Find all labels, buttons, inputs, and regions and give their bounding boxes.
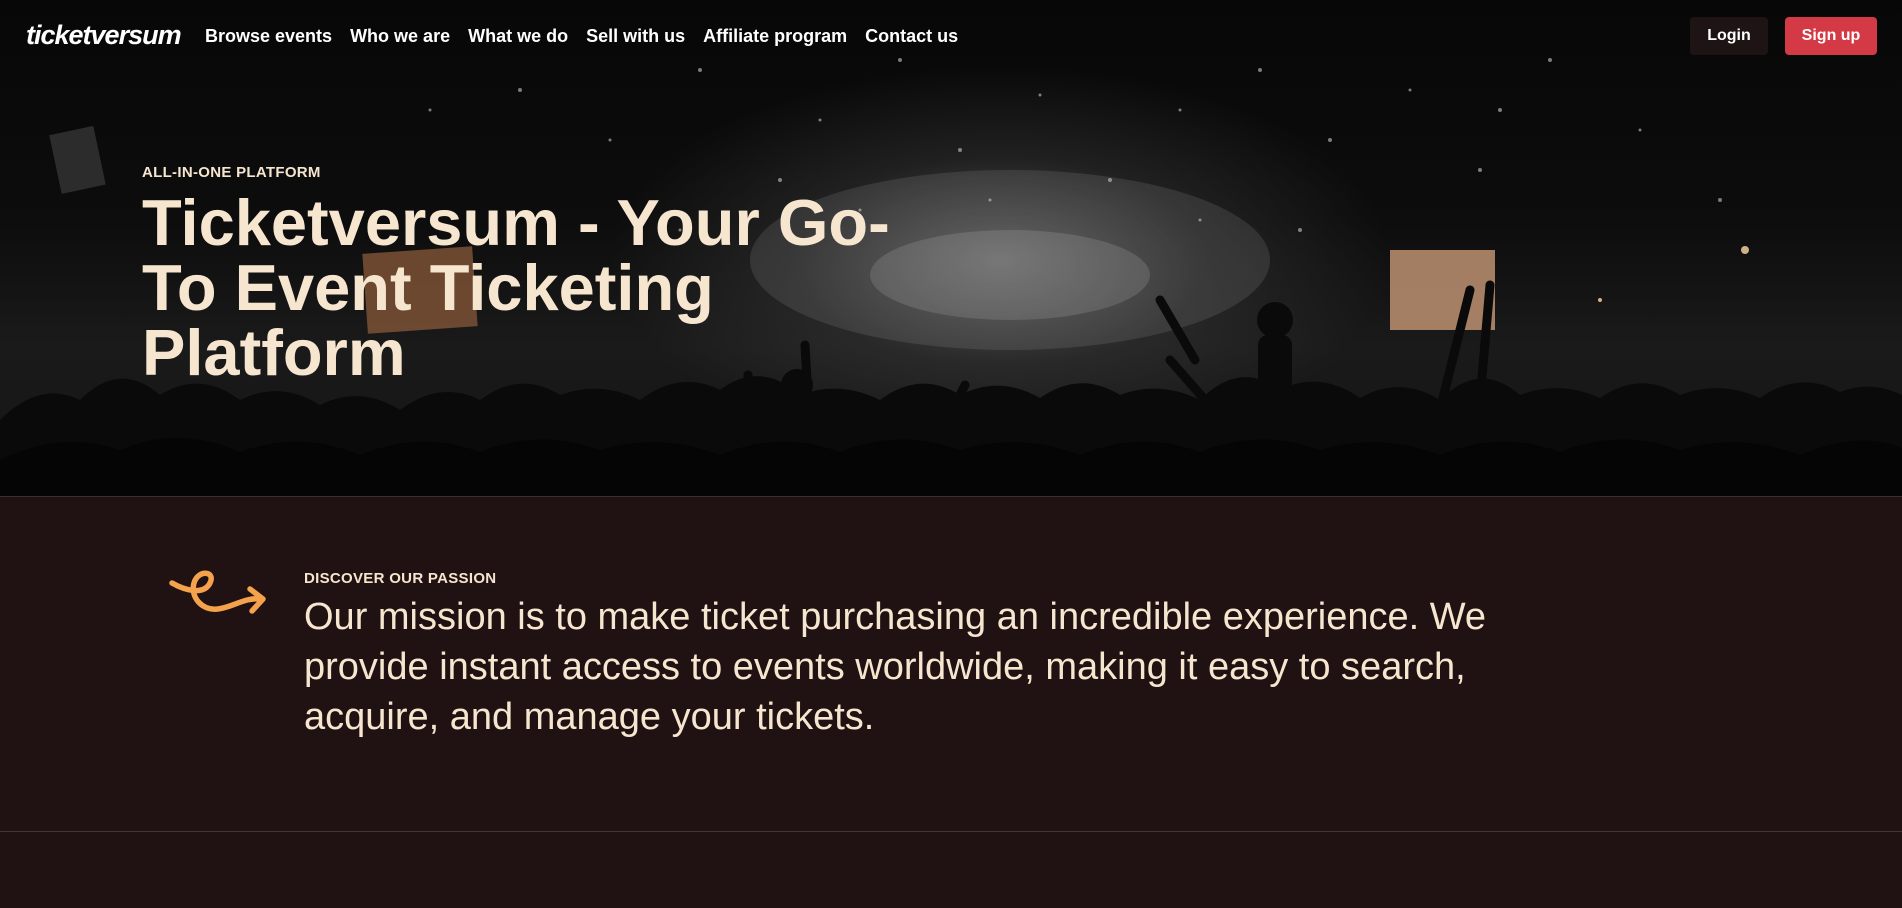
hero-eyebrow: ALL-IN-ONE PLATFORM — [142, 164, 321, 181]
nav-link-what-we-do[interactable]: What we do — [468, 26, 568, 47]
top-navigation: ticketversum Browse events Who we are Wh… — [0, 0, 1902, 72]
curly-arrow-icon — [169, 570, 266, 614]
hero-section: ticketversum Browse events Who we are Wh… — [0, 0, 1902, 497]
nav-link-who-we-are[interactable]: Who we are — [350, 26, 450, 47]
nav-link-sell-with-us[interactable]: Sell with us — [586, 26, 685, 47]
next-section-start — [0, 832, 1902, 908]
nav-link-affiliate-program[interactable]: Affiliate program — [703, 26, 847, 47]
ticketversum-logo[interactable]: ticketversum — [26, 20, 182, 51]
nav-link-browse-events[interactable]: Browse events — [205, 26, 332, 47]
page: ticketversum Browse events Who we are Wh… — [0, 0, 1902, 908]
nav-link-contact-us[interactable]: Contact us — [865, 26, 958, 47]
nav-links: Browse events Who we are What we do Sell… — [205, 26, 958, 47]
login-button[interactable]: Login — [1690, 17, 1768, 55]
mission-statement: Our mission is to make ticket purchasing… — [304, 596, 1487, 738]
mission-section: DISCOVER OUR PASSION Our mission is to m… — [0, 497, 1902, 832]
hero-title: Ticketversum - Your Go-To Event Ticketin… — [142, 186, 890, 389]
signup-button[interactable]: Sign up — [1785, 17, 1877, 55]
mission-eyebrow: DISCOVER OUR PASSION — [304, 570, 497, 587]
